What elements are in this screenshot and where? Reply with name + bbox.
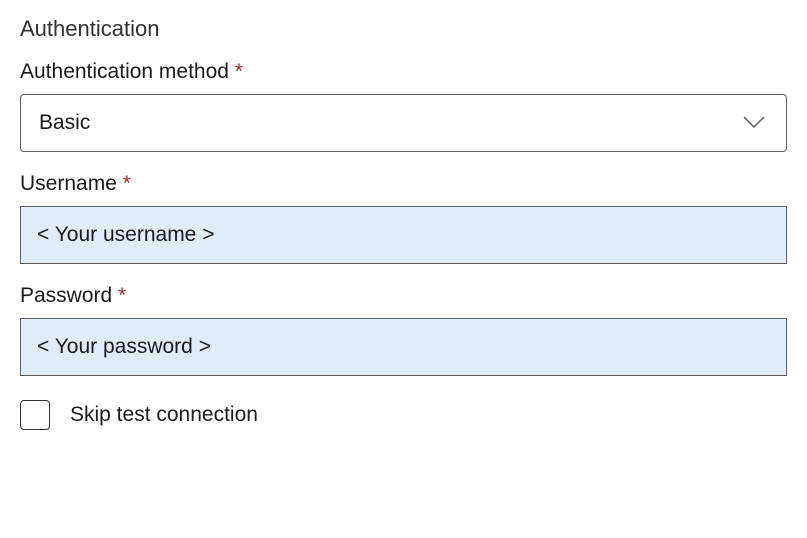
required-asterisk: * — [235, 60, 243, 83]
auth-method-field: Authentication method * Basic — [20, 60, 787, 152]
username-label: Username * — [20, 172, 787, 196]
chevron-down-icon — [740, 109, 768, 137]
auth-method-value: Basic — [39, 111, 740, 135]
username-field: Username * — [20, 172, 787, 264]
password-label: Password * — [20, 284, 787, 308]
section-title: Authentication — [20, 16, 787, 42]
required-asterisk: * — [123, 172, 131, 195]
auth-method-select[interactable]: Basic — [20, 94, 787, 152]
auth-method-label: Authentication method * — [20, 60, 787, 84]
username-label-text: Username — [20, 172, 117, 195]
skip-test-row: Skip test connection — [20, 400, 787, 430]
required-asterisk: * — [118, 284, 126, 307]
password-input[interactable] — [20, 318, 787, 376]
password-field: Password * — [20, 284, 787, 376]
password-label-text: Password — [20, 284, 112, 307]
skip-test-checkbox[interactable] — [20, 400, 50, 430]
auth-method-label-text: Authentication method — [20, 60, 229, 83]
skip-test-label: Skip test connection — [70, 403, 258, 427]
username-input[interactable] — [20, 206, 787, 264]
